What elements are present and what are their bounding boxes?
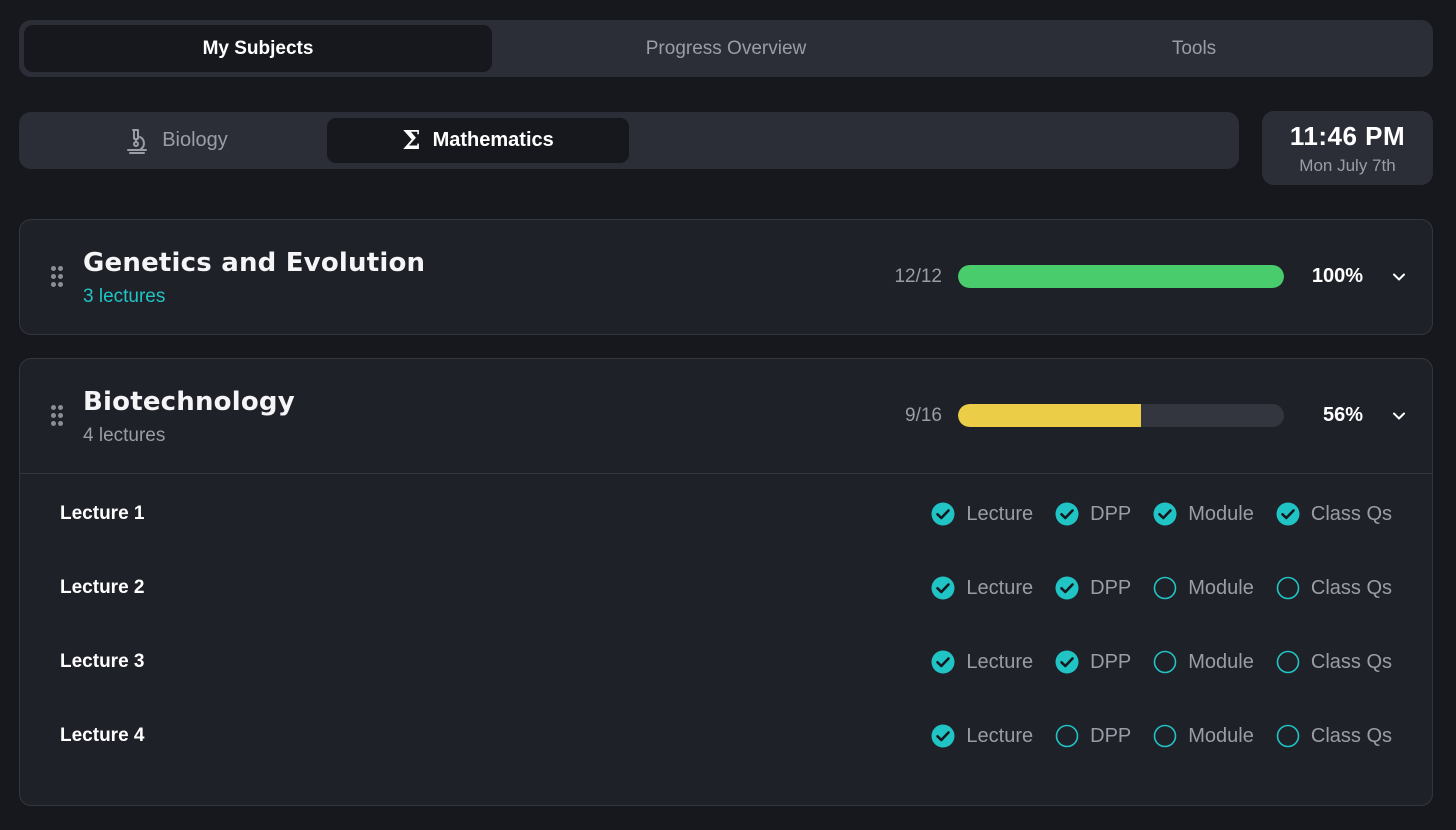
checkbox-label: Lecture xyxy=(966,724,1034,747)
checkbox-module[interactable]: Module xyxy=(1153,502,1254,526)
progress-percent: 100% xyxy=(1311,265,1363,287)
microscope-icon xyxy=(124,127,150,155)
tab-my-subjects[interactable]: My Subjects xyxy=(24,25,492,72)
drag-handle-icon[interactable] xyxy=(51,266,65,290)
checked-circle-icon xyxy=(1055,650,1079,674)
lecture-name: Lecture 3 xyxy=(60,651,145,672)
checkbox-lecture[interactable]: Lecture xyxy=(931,724,1033,748)
lecture-row: Lecture 3 Lecture DPP Module Class Qs xyxy=(20,630,1432,704)
lecture-row: Lecture 1 Lecture DPP Module Class Qs xyxy=(20,482,1432,556)
checkbox-dpp[interactable]: DPP xyxy=(1055,724,1131,748)
checkbox-module[interactable]: Module xyxy=(1153,650,1254,674)
subject-tab-mathematics[interactable]: Σ Mathematics xyxy=(327,118,629,163)
tab-progress-overview[interactable]: Progress Overview xyxy=(492,25,960,72)
checkbox-dpp[interactable]: DPP xyxy=(1055,650,1131,674)
lecture-checklist: Lecture DPP Module Class Qs xyxy=(931,724,1392,748)
subject-tab-bar: Biology Σ Mathematics xyxy=(19,112,1239,169)
lecture-row: Lecture 2 Lecture DPP Module Class Qs xyxy=(20,556,1432,630)
completion-fraction: 9/16 xyxy=(905,405,942,426)
subject-tab-biology[interactable]: Biology xyxy=(25,118,327,163)
progress-bar xyxy=(958,265,1284,288)
lecture-name: Lecture 4 xyxy=(60,725,145,746)
checkbox-class-qs[interactable]: Class Qs xyxy=(1276,724,1392,748)
clock-widget: 11:46 PM Mon July 7th xyxy=(1262,111,1433,185)
checkbox-label: Class Qs xyxy=(1310,724,1392,747)
unchecked-circle-icon xyxy=(1276,576,1300,600)
checkbox-label: Lecture xyxy=(966,502,1034,525)
checked-circle-icon xyxy=(931,576,955,600)
lecture-row: Lecture 4 Lecture DPP Module Class Qs xyxy=(20,704,1432,778)
checkbox-label: DPP xyxy=(1090,724,1132,747)
checkbox-dpp[interactable]: DPP xyxy=(1055,576,1131,600)
lecture-checklist: Lecture DPP Module Class Qs xyxy=(931,502,1392,526)
chapter-card: Biotechnology 4 lectures 9/16 56% Lectur… xyxy=(19,358,1433,806)
checked-circle-icon xyxy=(931,650,955,674)
checkbox-class-qs[interactable]: Class Qs xyxy=(1276,502,1392,526)
checked-circle-icon xyxy=(931,502,955,526)
main-tab-bar: My Subjects Progress Overview Tools xyxy=(19,20,1433,77)
drag-handle-icon[interactable] xyxy=(51,405,65,429)
progress-fill xyxy=(958,404,1142,427)
chevron-down-icon[interactable] xyxy=(1392,270,1406,284)
lecture-name: Lecture 1 xyxy=(60,503,145,524)
progress-bar xyxy=(958,404,1284,427)
checkbox-label: Module xyxy=(1188,576,1254,599)
unchecked-circle-icon xyxy=(1153,724,1177,748)
checkbox-label: Module xyxy=(1188,650,1254,673)
checkbox-label: Class Qs xyxy=(1310,650,1392,673)
lecture-count: 4 lectures xyxy=(83,425,166,446)
lecture-checklist: Lecture DPP Module Class Qs xyxy=(931,650,1392,674)
checkbox-label: Module xyxy=(1188,502,1254,525)
checkbox-label: DPP xyxy=(1090,650,1132,673)
checkbox-lecture[interactable]: Lecture xyxy=(931,576,1033,600)
checkbox-label: Class Qs xyxy=(1310,576,1392,599)
chapter-card: Genetics and Evolution 3 lectures 12/12 … xyxy=(19,219,1433,335)
lecture-list: Lecture 1 Lecture DPP Module Class Qs Lecture… xyxy=(20,474,1432,778)
checkbox-lecture[interactable]: Lecture xyxy=(931,502,1033,526)
subject-tab-label: Biology xyxy=(162,129,228,151)
lecture-count: 3 lectures xyxy=(83,286,166,307)
checkbox-class-qs[interactable]: Class Qs xyxy=(1276,576,1392,600)
subject-tab-label: Mathematics xyxy=(432,129,554,151)
unchecked-circle-icon xyxy=(1153,650,1177,674)
completion-fraction: 12/12 xyxy=(894,266,942,287)
chapter-title: Biotechnology xyxy=(83,387,295,417)
lecture-name: Lecture 2 xyxy=(60,577,145,598)
checked-circle-icon xyxy=(1276,502,1300,526)
checkbox-module[interactable]: Module xyxy=(1153,576,1254,600)
checkbox-label: Lecture xyxy=(966,576,1034,599)
checkbox-dpp[interactable]: DPP xyxy=(1055,502,1131,526)
checkbox-label: Class Qs xyxy=(1310,502,1392,525)
checkbox-label: Lecture xyxy=(966,650,1034,673)
clock-date: Mon July 7th xyxy=(1299,155,1396,175)
progress-percent: 56% xyxy=(1322,404,1363,426)
checkbox-module[interactable]: Module xyxy=(1153,724,1254,748)
checkbox-label: DPP xyxy=(1090,576,1132,599)
unchecked-circle-icon xyxy=(1055,724,1079,748)
lecture-checklist: Lecture DPP Module Class Qs xyxy=(931,576,1392,600)
checkbox-label: Module xyxy=(1188,724,1254,747)
chevron-down-icon[interactable] xyxy=(1392,409,1406,423)
checked-circle-icon xyxy=(1055,576,1079,600)
progress-fill xyxy=(958,265,1284,288)
clock-time: 11:46 PM xyxy=(1289,120,1406,151)
unchecked-circle-icon xyxy=(1276,724,1300,748)
chapter-header[interactable]: Biotechnology 4 lectures 9/16 56% xyxy=(20,359,1432,473)
checkbox-lecture[interactable]: Lecture xyxy=(931,650,1033,674)
chapter-header[interactable]: Genetics and Evolution 3 lectures 12/12 … xyxy=(20,220,1432,334)
tab-tools[interactable]: Tools xyxy=(960,25,1428,72)
checked-circle-icon xyxy=(1055,502,1079,526)
unchecked-circle-icon xyxy=(1276,650,1300,674)
checkbox-label: DPP xyxy=(1090,502,1132,525)
checkbox-class-qs[interactable]: Class Qs xyxy=(1276,650,1392,674)
chapter-title: Genetics and Evolution xyxy=(83,248,426,278)
unchecked-circle-icon xyxy=(1153,576,1177,600)
sigma-icon: Σ xyxy=(402,125,421,156)
checked-circle-icon xyxy=(931,724,955,748)
checked-circle-icon xyxy=(1153,502,1177,526)
